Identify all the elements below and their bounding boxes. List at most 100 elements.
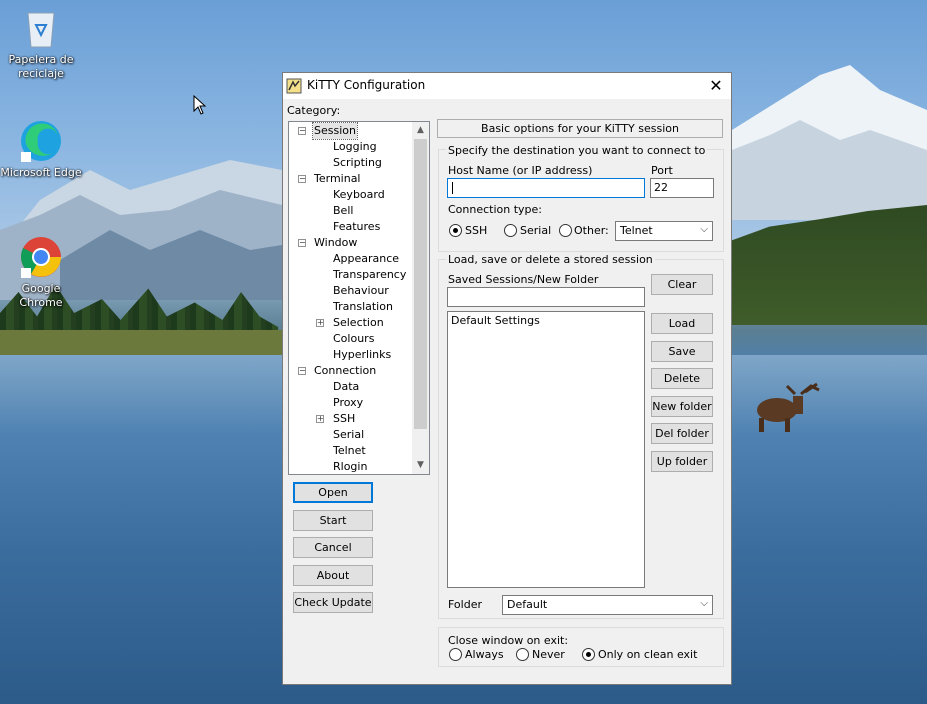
chevron-down-icon: ⌵	[700, 598, 708, 609]
tree-item[interactable]: − Window	[289, 235, 413, 251]
clear-button[interactable]: Clear	[651, 274, 713, 295]
radio-ssh[interactable]	[449, 224, 462, 237]
check-update-button[interactable]: Check Update	[293, 592, 373, 613]
port-label: Port	[651, 164, 673, 177]
collapse-icon[interactable]: −	[298, 127, 306, 135]
tree-item[interactable]: Appearance	[289, 251, 413, 267]
tree-item-label: Logging	[333, 140, 377, 153]
load-button[interactable]: Load	[651, 313, 713, 334]
title-bar[interactable]: KiTTY Configuration ✕	[283, 73, 731, 99]
recycle-bin-icon	[27, 12, 55, 48]
text-caret	[452, 182, 453, 194]
radio-always[interactable]	[449, 648, 462, 661]
cancel-button[interactable]: Cancel	[293, 537, 373, 558]
tree-item-label: Behaviour	[333, 284, 389, 297]
tree-item[interactable]: Proxy	[289, 395, 413, 411]
del-folder-button[interactable]: Del folder	[651, 423, 713, 444]
folder-select[interactable]: Default ⌵	[502, 595, 713, 615]
tree-item[interactable]: Hyperlinks	[289, 347, 413, 363]
collapse-icon[interactable]: −	[298, 175, 306, 183]
scrollbar-thumb[interactable]	[414, 139, 427, 429]
tree-item[interactable]: − Terminal	[289, 171, 413, 187]
tree-item[interactable]: Behaviour	[289, 283, 413, 299]
new-folder-button[interactable]: New folder	[651, 396, 713, 417]
tree-item[interactable]: + SSH	[289, 411, 413, 427]
port-input[interactable]: 22	[650, 178, 714, 198]
radio-ssh-label[interactable]: SSH	[465, 224, 487, 237]
up-folder-button[interactable]: Up folder	[651, 451, 713, 472]
tree-item-label: Terminal	[314, 172, 361, 185]
desktop-icon-label: Google Chrome	[19, 282, 63, 309]
radio-clean-exit-label[interactable]: Only on clean exit	[598, 648, 697, 661]
collapse-icon[interactable]: −	[298, 367, 306, 375]
desktop-icon-edge[interactable]: Microsoft Edge	[0, 118, 83, 180]
tree-item-label: Colours	[333, 332, 375, 345]
desktop-icon-recycle-bin[interactable]: Papelera de reciclaje	[0, 5, 83, 81]
other-protocol-select[interactable]: Telnet ⌵	[615, 221, 713, 241]
radio-clean-exit[interactable]	[582, 648, 595, 661]
tree-item[interactable]: − Session	[289, 122, 413, 140]
save-button[interactable]: Save	[651, 341, 713, 362]
edge-icon	[21, 121, 61, 162]
delete-button[interactable]: Delete	[651, 368, 713, 389]
tree-item-label: Hyperlinks	[333, 348, 392, 361]
about-button[interactable]: About	[293, 565, 373, 586]
folder-value: Default	[507, 598, 548, 611]
saved-sessions-label: Saved Sessions/New Folder	[448, 273, 599, 286]
tree-item-label: Bell	[333, 204, 354, 217]
tree-scrollbar[interactable]: ▲ ▼	[412, 122, 429, 474]
host-name-input[interactable]	[447, 178, 645, 198]
radio-other-label[interactable]: Other:	[574, 224, 609, 237]
radio-serial[interactable]	[504, 224, 517, 237]
tree-item[interactable]: Features	[289, 219, 413, 235]
kitty-app-icon	[286, 78, 302, 94]
shore	[0, 330, 300, 355]
sessions-heading: Load, save or delete a stored session	[446, 253, 655, 266]
tree-item[interactable]: Translation	[289, 299, 413, 315]
open-button[interactable]: Open	[293, 482, 373, 503]
radio-never-label[interactable]: Never	[532, 648, 565, 661]
tree-item[interactable]: Telnet	[289, 443, 413, 459]
expand-icon[interactable]: +	[316, 415, 324, 423]
category-tree[interactable]: − Session Logging Scripting − Terminal Keyboar…	[288, 121, 430, 475]
start-button[interactable]: Start	[293, 510, 373, 531]
category-label: Category:	[287, 104, 341, 117]
chevron-down-icon: ⌵	[700, 224, 708, 235]
chevron-up-icon[interactable]: ▲	[412, 122, 429, 139]
tree-item[interactable]: Keyboard	[289, 187, 413, 203]
session-item-default[interactable]: Default Settings	[451, 314, 641, 327]
radio-other[interactable]	[559, 224, 572, 237]
radio-always-label[interactable]: Always	[465, 648, 504, 661]
tree-item[interactable]: Bell	[289, 203, 413, 219]
tree-item[interactable]: Colours	[289, 331, 413, 347]
tree-item-label: Features	[333, 220, 381, 233]
tree-item-label: Session	[312, 122, 358, 140]
close-on-exit-label: Close window on exit:	[448, 634, 569, 647]
tree-item[interactable]: − Connection	[289, 363, 413, 379]
expand-icon[interactable]: +	[316, 319, 324, 327]
chrome-icon	[21, 237, 61, 278]
tree-item[interactable]: + Selection	[289, 315, 413, 331]
tree-item[interactable]: Serial	[289, 427, 413, 443]
sessions-list[interactable]: Default Settings	[447, 311, 645, 588]
tree-item-label: Scripting	[333, 156, 382, 169]
tree-item-label: Data	[333, 380, 360, 393]
collapse-icon[interactable]: −	[298, 239, 306, 247]
tree-item[interactable]: Scripting	[289, 155, 413, 171]
desktop-icon-label: Microsoft Edge	[0, 166, 82, 179]
tree-item-label: Selection	[333, 316, 384, 329]
tree-item-label: Proxy	[333, 396, 364, 409]
tree-item[interactable]: Transparency	[289, 267, 413, 283]
radio-never[interactable]	[516, 648, 529, 661]
chevron-down-icon[interactable]: ▼	[412, 457, 429, 474]
close-button[interactable]: ✕	[701, 73, 731, 99]
folder-label: Folder	[448, 598, 482, 611]
radio-serial-label[interactable]: Serial	[520, 224, 551, 237]
tree-item[interactable]: Data	[289, 379, 413, 395]
tree-item-label: Appearance	[333, 252, 400, 265]
saved-session-input[interactable]	[447, 287, 645, 307]
tree-item[interactable]: Rlogin	[289, 459, 413, 474]
tree-item-label: Translation	[333, 300, 393, 313]
tree-item[interactable]: Logging	[289, 139, 413, 155]
desktop-icon-chrome[interactable]: Google Chrome	[0, 234, 83, 310]
